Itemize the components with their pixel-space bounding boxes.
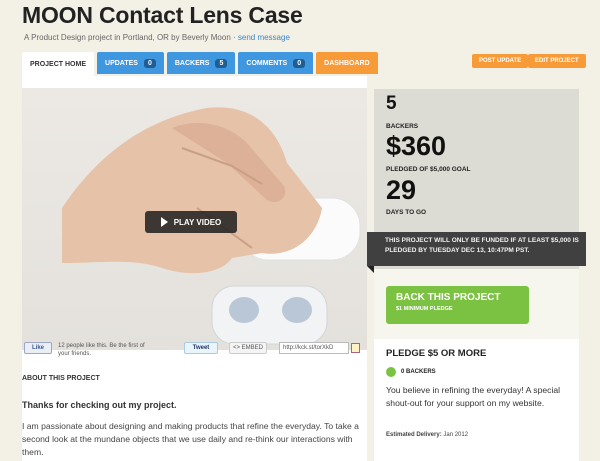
- like-label: Like: [31, 345, 44, 351]
- back-button-label: BACK THIS PROJECT: [396, 292, 501, 303]
- embed-button[interactable]: <> EMBED: [229, 342, 267, 354]
- social-bar: Like 12 people like this. Be the first o…: [24, 342, 364, 358]
- backers-label: BACKERS: [386, 123, 419, 130]
- backers-count: 5: [386, 93, 397, 114]
- tweet-label: Tweet: [192, 345, 210, 351]
- reward-backers: 0 BACKERS: [386, 367, 436, 377]
- subtitle-text: A Product Design project in Portland, OR…: [24, 33, 238, 42]
- backers-icon: [386, 367, 396, 377]
- tab-dashboard[interactable]: DASHBOARD: [316, 52, 378, 74]
- copy-icon[interactable]: [351, 343, 360, 353]
- tab-backers[interactable]: BACKERS 5: [166, 52, 236, 74]
- back-button-sublabel: $1 MINIMUM PLEDGE: [396, 306, 453, 312]
- tab-label: DASHBOARD: [324, 59, 370, 67]
- funding-notice: THIS PROJECT WILL ONLY BE FUNDED IF AT L…: [367, 232, 586, 273]
- reward-heading: PLEDGE $5 OR MORE: [386, 348, 487, 359]
- tab-label: UPDATES: [105, 59, 138, 67]
- estimated-delivery-label: Estimated Delivery:: [386, 432, 442, 438]
- embed-label: <> EMBED: [232, 345, 263, 351]
- short-url-text: http://kck.st/torXkD: [283, 345, 334, 351]
- facebook-like-button[interactable]: Like: [24, 342, 52, 354]
- send-message-link[interactable]: send message: [238, 33, 290, 42]
- reward-description: You believe in refining the everyday! A …: [386, 385, 561, 408]
- main-content: PLAY VIDEO Like 12 people like this. Be …: [22, 76, 367, 461]
- pledged-label: PLEDGED OF $5,000 GOAL: [386, 166, 471, 173]
- short-url-field[interactable]: http://kck.st/torXkD: [279, 342, 349, 354]
- like-count-text: 12 people like this. Be the first of you…: [58, 343, 145, 357]
- tab-comments[interactable]: COMMENTS 0: [238, 52, 314, 74]
- funding-notice-text: THIS PROJECT WILL ONLY BE FUNDED IF AT L…: [385, 237, 579, 254]
- backers-count-badge: 5: [215, 58, 228, 68]
- comments-count-badge: 0: [293, 58, 306, 68]
- pledged-amount: $360: [386, 131, 447, 161]
- tab-label: PROJECT HOME: [30, 60, 87, 68]
- tab-project-home[interactable]: PROJECT HOME: [22, 52, 95, 76]
- edit-project-button[interactable]: EDIT PROJECT: [528, 54, 586, 68]
- tab-label: BACKERS: [174, 59, 210, 67]
- updates-count-badge: 0: [143, 58, 156, 68]
- about-paragraph: I am passionate about designing and maki…: [22, 421, 359, 457]
- post-update-button[interactable]: POST UPDATE: [472, 54, 529, 68]
- reward-card[interactable]: PLEDGE $5 OR MORE 0 BACKERS You believe …: [374, 339, 579, 461]
- reward-backers-count: 0 BACKERS: [401, 369, 436, 375]
- play-video-button[interactable]: PLAY VIDEO: [145, 211, 237, 233]
- estimated-delivery-value: Jan 2012: [443, 432, 469, 438]
- tweet-button[interactable]: Tweet: [184, 342, 218, 354]
- back-this-project-button[interactable]: BACK THIS PROJECT $1 MINIMUM PLEDGE: [386, 286, 529, 324]
- play-icon: [160, 217, 168, 227]
- estimated-delivery: Estimated Delivery: Jan 2012: [386, 432, 468, 438]
- tab-label: COMMENTS: [246, 59, 288, 67]
- tab-updates[interactable]: UPDATES 0: [97, 52, 164, 74]
- notice-notch: [367, 266, 374, 273]
- project-title: MOON Contact Lens Case: [22, 2, 303, 28]
- days-to-go-count: 29: [386, 175, 417, 205]
- play-label: PLAY VIDEO: [173, 217, 222, 227]
- project-subtitle: A Product Design project in Portland, OR…: [24, 33, 290, 42]
- project-tabs: PROJECT HOME UPDATES 0 BACKERS 5 COMMENTS 0…: [22, 52, 381, 76]
- about-intro: Thanks for checking out my project.: [22, 400, 177, 410]
- about-heading: ABOUT THIS PROJECT: [22, 375, 100, 382]
- video-player[interactable]: PLAY VIDEO: [22, 88, 367, 350]
- days-to-go-label: DAYS TO GO: [386, 209, 427, 216]
